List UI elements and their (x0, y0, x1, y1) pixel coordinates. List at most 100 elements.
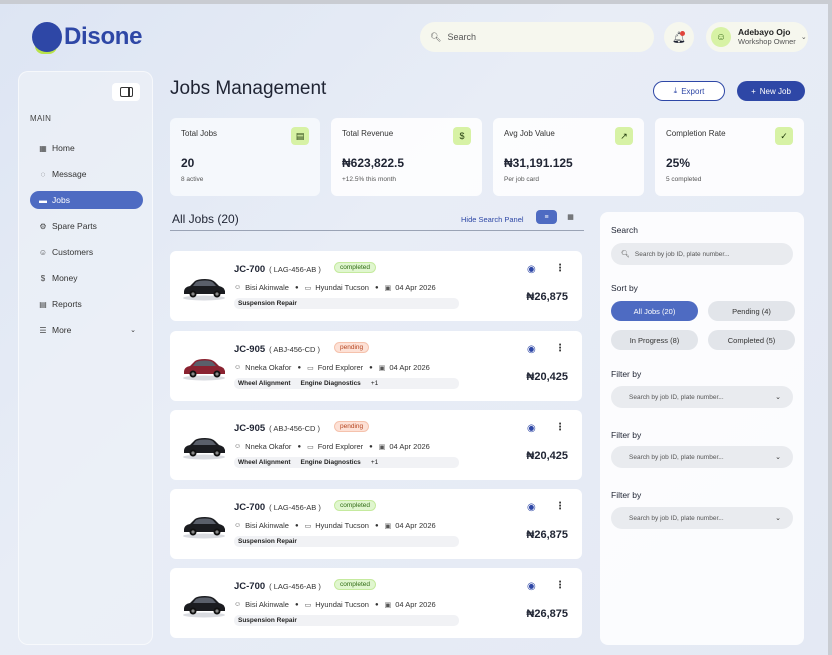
job-code: JC-700( LAG-456-AB ) (234, 581, 321, 592)
car-image (183, 359, 225, 381)
stat-card-avg-job-value: Avg Job Value ↗ ₦31,191.125 Per job card (493, 118, 644, 196)
sidebar-item-label: Message (52, 169, 87, 179)
user-icon: ☺ (234, 284, 242, 291)
job-card[interactable]: JC-700( LAG-456-AB ) completed ☺ Bisi Ak… (170, 568, 582, 638)
vehicle-name: Hyundai Tucson (315, 600, 369, 609)
stat-value: ₦31,191.125 (504, 156, 573, 170)
grid-icon: ▦ (567, 214, 574, 221)
eye-icon[interactable]: ◉ (527, 423, 536, 434)
sort-by-label: Sort by (611, 283, 638, 293)
brand-logo[interactable]: Disone (32, 22, 143, 54)
export-button[interactable]: ⤓ Export (653, 81, 725, 101)
panel-search-input[interactable]: 🔍︎ Search by job ID, plate number... (611, 243, 793, 265)
sidebar-item-label: Spare Parts (52, 221, 97, 231)
user-icon: ☺ (234, 443, 242, 450)
hide-search-panel-link[interactable]: Hide Search Panel (461, 215, 524, 224)
report-icon: ▤ (39, 299, 47, 309)
filter-select[interactable]: Search by job ID, plate number... ⌄ (611, 507, 793, 529)
service-tag: Engine Diagnostics (300, 380, 361, 387)
chevron-down-icon: ⌄ (775, 454, 781, 461)
filter-by-label: Filter by (611, 430, 642, 440)
check-circle-icon: ✓ (775, 127, 793, 145)
sort-pending[interactable]: Pending (4) (708, 301, 795, 321)
search-icon: 🔍︎ (430, 31, 442, 42)
filter-by-label: Filter by (611, 490, 642, 500)
brand-name: Disone (64, 23, 143, 50)
filter-select[interactable]: Search by job ID, plate number... ⌄ (611, 446, 793, 468)
sidebar-item-more[interactable]: ☰ More ⌄ (30, 321, 143, 339)
eye-icon[interactable]: ◉ (527, 581, 536, 592)
job-card[interactable]: JC-905( ABJ-456-CD ) pending ☺ Nneka Oka… (170, 331, 582, 401)
eye-icon[interactable]: ◉ (527, 264, 536, 275)
vehicle-name: Ford Explorer (317, 363, 364, 372)
stat-label: Total Jobs (181, 129, 218, 138)
grid-view-button[interactable]: ▦ (560, 210, 581, 224)
plus-icon: + (751, 86, 756, 96)
separator-dot: ● (369, 364, 373, 371)
new-job-button[interactable]: + New Job (737, 81, 805, 101)
list-view-button[interactable]: ≡ (536, 210, 557, 224)
separator-dot: ● (374, 601, 379, 608)
page-title: Jobs Management (170, 78, 327, 99)
global-search-input[interactable]: 🔍︎ Search (420, 22, 654, 52)
service-tag: Engine Diagnostics (300, 459, 361, 466)
vehicle-name: Hyundai Tucson (315, 521, 369, 530)
job-price: ₦26,875 (526, 529, 568, 541)
sidebar-item-jobs[interactable]: ▬ Jobs (30, 191, 143, 209)
job-meta: ☺ Nneka Okafor ● ▭ Ford Explorer ● ▣ 04 … (234, 442, 430, 451)
separator-dot: ● (294, 522, 299, 529)
chevron-down-icon: ⌄ (775, 394, 781, 401)
car-icon: ▭ (304, 601, 312, 609)
document-icon: ▤ (291, 127, 309, 145)
eye-icon[interactable]: ◉ (527, 502, 536, 513)
chevron-down-icon: ⌄ (775, 515, 781, 522)
calendar-icon: ▣ (384, 522, 392, 530)
job-code: JC-905( ABJ-456-CD ) (234, 344, 320, 355)
job-card[interactable]: JC-700( LAG-456-AB ) completed ☺ Bisi Ak… (170, 251, 582, 321)
stat-sub: Per job card (504, 176, 540, 183)
status-badge: completed (334, 500, 376, 511)
customer-name: Bisi Akinwale (245, 600, 289, 609)
eye-icon[interactable]: ◉ (527, 344, 536, 355)
more-options-icon[interactable]: ⋮ (555, 580, 565, 591)
job-date: 04 Apr 2026 (389, 363, 430, 372)
car-icon: ▭ (304, 522, 312, 530)
separator-dot: ● (374, 284, 379, 291)
sidebar-item-label: Reports (52, 299, 82, 309)
sidebar-item-message[interactable]: ◌ Message (30, 165, 143, 183)
sidebar-collapse-button[interactable] (112, 83, 140, 101)
separator-dot: ● (294, 284, 299, 291)
job-card[interactable]: JC-905( ABJ-456-CD ) pending ☺ Nneka Oka… (170, 410, 582, 480)
sidebar-item-money[interactable]: $ Money (30, 269, 143, 287)
sidebar-item-spare-parts[interactable]: ⚙ Spare Parts (30, 217, 143, 235)
sidebar-item-home[interactable]: ▦ Home (30, 139, 143, 157)
more-options-icon[interactable]: ⋮ (555, 263, 565, 274)
sort-in-progress[interactable]: In Progress (8) (611, 330, 698, 350)
view-toggle: ≡ ▦ (536, 210, 581, 224)
notifications-button[interactable]: 🔔︎ (664, 22, 694, 52)
sort-completed[interactable]: Completed (5) (708, 330, 795, 350)
more-options-icon[interactable]: ⋮ (555, 501, 565, 512)
filter-placeholder: Search by job ID, plate number... (629, 514, 724, 522)
job-meta: ☺ Bisi Akinwale ● ▭ Hyundai Tucson ● ▣ 0… (234, 600, 436, 609)
more-tags-count: +1 (370, 459, 379, 466)
filter-select[interactable]: Search by job ID, plate number... ⌄ (611, 386, 793, 408)
user-avatar-icon: ☺ (711, 27, 731, 47)
more-options-icon[interactable]: ⋮ (555, 422, 565, 433)
service-tag: Suspension Repair (238, 300, 297, 307)
service-tag: Wheel Alignment (238, 380, 291, 387)
sort-all-jobs[interactable]: All Jobs (20) (611, 301, 698, 321)
sidebar-item-customers[interactable]: ☺ Customers (30, 243, 143, 261)
sidebar-section-label: MAIN (30, 114, 52, 123)
export-label: Export (681, 86, 705, 96)
stat-sub: 8 active (181, 176, 204, 183)
dollar-icon: $ (40, 273, 46, 283)
sidebar-item-label: More (52, 325, 72, 335)
job-code: JC-905( ABJ-456-CD ) (234, 423, 320, 434)
sidebar-item-reports[interactable]: ▤ Reports (30, 295, 143, 313)
more-options-icon[interactable]: ⋮ (555, 343, 565, 354)
job-card[interactable]: JC-700( LAG-456-AB ) completed ☺ Bisi Ak… (170, 489, 582, 559)
user-menu[interactable]: ☺ Adebayo Ojo Workshop Owner ⌄ (706, 22, 808, 52)
job-meta: ☺ Bisi Akinwale ● ▭ Hyundai Tucson ● ▣ 0… (234, 283, 436, 292)
stat-label: Total Revenue (342, 129, 394, 138)
